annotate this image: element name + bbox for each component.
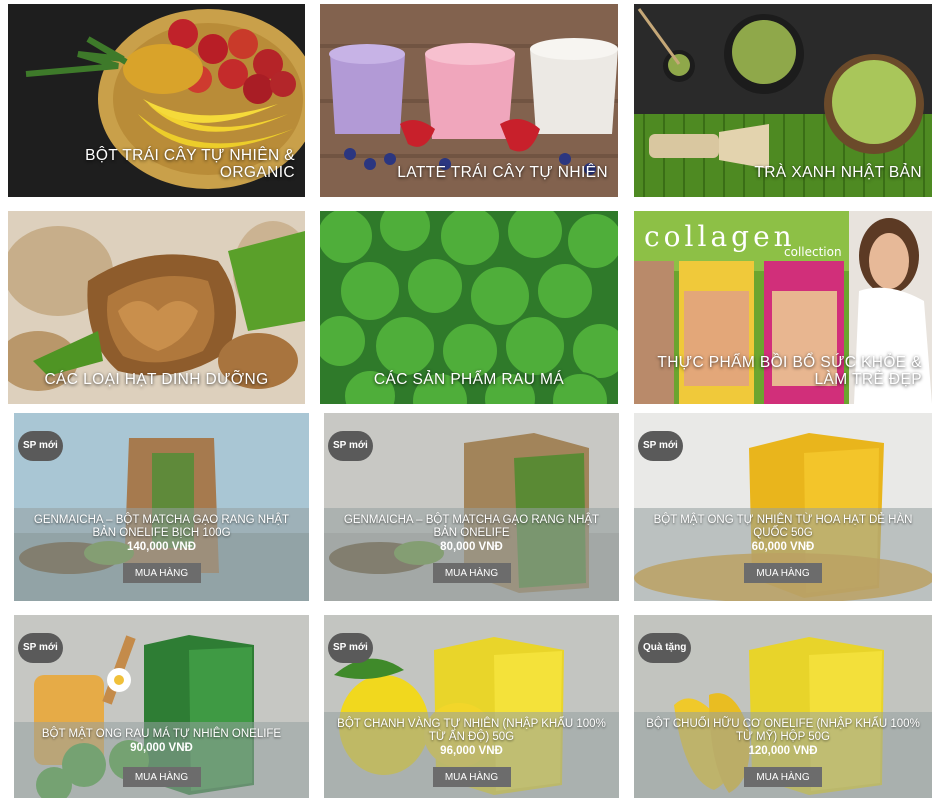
product-price: 96,000 VNĐ (440, 745, 503, 757)
product-price: 60,000 VNĐ (751, 541, 815, 553)
product-price: 90,000 VNĐ (130, 742, 193, 754)
category-title: CÁC LOẠI HẠT DINH DƯỠNG (44, 371, 269, 388)
product-info-band: GENMAICHA – BỘT MATCHA GẠO RANG NHẬT BẢN… (324, 508, 619, 601)
category-tile-nuts[interactable]: CÁC LOẠI HẠT DINH DƯỠNG (8, 211, 305, 404)
buy-button[interactable]: MUA HÀNG (744, 563, 822, 583)
product-name[interactable]: GENMAICHA – BỘT MATCHA GẠO RANG NHẬT BẢN… (24, 514, 299, 540)
product-card-lemon[interactable]: SP mới BỘT CHANH VÀNG TỰ NHIÊN (NHẬP KHẨ… (324, 615, 619, 798)
product-info-band: BỘT CHUỐI HỮU CƠ ONELIFE (NHẬP KHẨU 100%… (634, 712, 932, 798)
category-title: THỰC PHẨM BỒI BỔ SỨC KHỎE & LÀM TRẺ ĐẸP (657, 354, 922, 388)
product-info-band: GENMAICHA – BỘT MATCHA GẠO RANG NHẬT BẢN… (14, 508, 309, 601)
category-tile-japanese-green-tea[interactable]: TRÀ XANH NHẬT BẢN (634, 4, 932, 197)
new-product-badge: SP mới (18, 431, 63, 461)
buy-button[interactable]: MUA HÀNG (432, 563, 511, 583)
product-name[interactable]: BỘT MẬT ONG RAU MÁ TỰ NHIÊN ONELIFE (24, 728, 299, 741)
product-card-genmaicha-box[interactable]: SP mới GENMAICHA – BỘT MATCHA GẠO RANG N… (324, 413, 619, 601)
product-name[interactable]: BỘT CHANH VÀNG TỰ NHIÊN (NHẬP KHẨU 100% … (334, 718, 609, 744)
category-title: BỘT TRÁI CÂY TỰ NHIÊN & ORGANIC (85, 147, 295, 181)
new-product-badge: SP mới (18, 633, 63, 663)
category-tile-centella[interactable]: CÁC SẢN PHẨM RAU MÁ (320, 211, 618, 404)
product-card-banana[interactable]: Quà tặng BỘT CHUỐI HỮU CƠ ONELIFE (NHẬP … (634, 615, 932, 798)
new-product-badge: SP mới (328, 431, 373, 461)
category-title: LATTE TRÁI CÂY TỰ NHIÊN (397, 164, 608, 181)
buy-button[interactable]: MUA HÀNG (432, 767, 511, 787)
collection-image-text: collection (784, 245, 842, 259)
category-tile-fruit-latte[interactable]: LATTE TRÁI CÂY TỰ NHIÊN (320, 4, 618, 197)
product-info-band: BỘT MẬT ONG RAU MÁ TỰ NHIÊN ONELIFE 90,0… (14, 722, 309, 798)
product-price: 120,000 VNĐ (748, 745, 818, 757)
buy-button[interactable]: MUA HÀNG (744, 767, 822, 787)
new-product-badge: SP mới (328, 633, 373, 663)
product-name[interactable]: GENMAICHA – BỘT MATCHA GẠO RANG NHẬT BẢN… (334, 514, 609, 540)
collagen-image-text: collagen (644, 220, 796, 253)
product-card-honey-centella[interactable]: SP mới BỘT MẬT ONG RAU MÁ TỰ NHIÊN ONELI… (14, 615, 309, 798)
gift-badge: Quà tặng (638, 633, 692, 663)
buy-button[interactable]: MUA HÀNG (122, 767, 201, 787)
product-name[interactable]: BỘT CHUỐI HỮU CƠ ONELIFE (NHẬP KHẨU 100%… (644, 718, 922, 744)
category-tile-fruit-powder[interactable]: BỘT TRÁI CÂY TỰ NHIÊN & ORGANIC (8, 4, 305, 197)
category-title: CÁC SẢN PHẨM RAU MÁ (373, 371, 565, 388)
category-title: TRÀ XANH NHẬT BẢN (754, 164, 922, 181)
product-name[interactable]: BỘT MẬT ONG TỰ NHIÊN TỪ HOA HẠT DẺ HÀN Q… (644, 514, 922, 540)
product-price: 80,000 VNĐ (440, 541, 503, 553)
product-card-genmaicha-100g[interactable]: SP mới GENMAICHA – BỘT MATCHA GẠO RANG N… (14, 413, 309, 601)
product-price: 140,000 VNĐ (126, 541, 197, 553)
product-card-chestnut-honey[interactable]: SP mới BỘT MẬT ONG TỰ NHIÊN TỪ HOA HẠT D… (634, 413, 932, 601)
product-info-band: BỘT MẬT ONG TỰ NHIÊN TỪ HOA HẠT DẺ HÀN Q… (634, 508, 932, 601)
category-tile-health-beauty[interactable]: collagen collection THỰC PHẨM BỒI BỔ SỨC… (634, 211, 932, 404)
buy-button[interactable]: MUA HÀNG (122, 563, 201, 583)
product-info-band: BỘT CHANH VÀNG TỰ NHIÊN (NHẬP KHẨU 100% … (324, 712, 619, 798)
new-product-badge: SP mới (638, 431, 683, 461)
